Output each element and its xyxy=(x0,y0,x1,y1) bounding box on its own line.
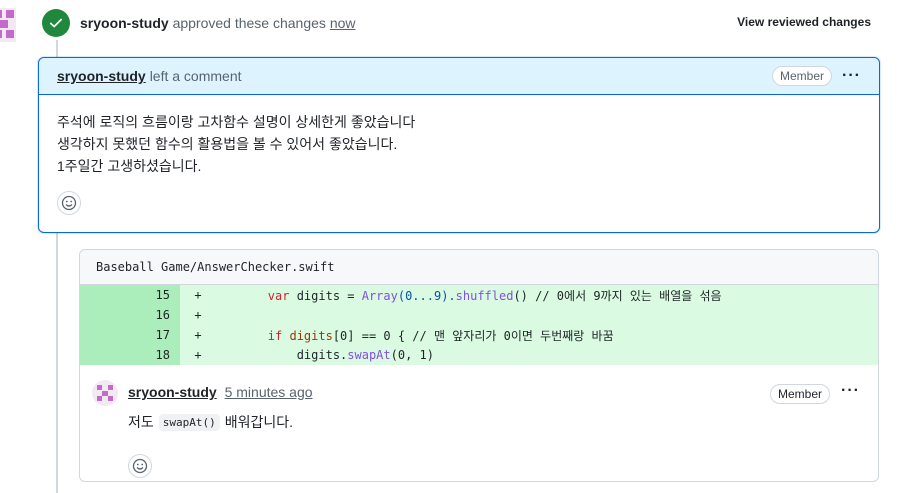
diff-code: if digits[0] == 0 { // 맨 앞자리가 0이면 두번째랑 바… xyxy=(267,328,614,343)
comment-action: left a comment xyxy=(149,68,242,84)
add-reaction-button[interactable] xyxy=(57,191,81,215)
smiley-icon xyxy=(61,195,77,211)
reply-header: sryoon-study 5 minutes ago xyxy=(128,384,313,400)
reply-time-link[interactable]: 5 minutes ago xyxy=(225,384,313,400)
member-badge: Member xyxy=(769,384,830,404)
reviewer-avatar[interactable] xyxy=(0,2,24,42)
line-number[interactable]: 16 xyxy=(80,305,180,325)
comment-author-link[interactable]: sryoon-study xyxy=(57,68,146,84)
diff-code: var digits = Array(0...9).shuffled() // … xyxy=(267,288,722,303)
line-number[interactable]: 17 xyxy=(80,325,180,345)
comment-line: 주석에 로직의 흐름이랑 고차함수 설명이 상세한게 좋았습니다 xyxy=(57,114,416,130)
add-reaction-button[interactable] xyxy=(128,454,152,478)
reply-body: 저도 swapAt() 배워갑니다. xyxy=(128,412,293,432)
reply-text: 저도 xyxy=(128,414,154,430)
diff-sign: + xyxy=(194,328,202,342)
comment-line: 생각하지 못했던 함수의 활용법을 볼 수 있어서 좋았습니다. xyxy=(57,136,398,152)
diff-line: 17 + if digits[0] == 0 { // 맨 앞자리가 0이면 두… xyxy=(80,325,878,345)
diff-line: 16 + xyxy=(80,305,878,325)
more-options-icon[interactable]: ··· xyxy=(842,67,861,85)
review-action: approved these changes xyxy=(172,15,326,31)
comment-body: 주석에 로직의 흐름이랑 고차함수 설명이 상세한게 좋았습니다 생각하지 못했… xyxy=(39,95,879,215)
review-event: sryoon-study approved these changes now … xyxy=(42,8,899,38)
line-number[interactable]: 15 xyxy=(80,285,180,305)
smiley-icon xyxy=(132,458,148,474)
diff-sign: + xyxy=(194,348,202,362)
inline-code: swapAt() xyxy=(158,413,220,431)
review-time-link[interactable]: now xyxy=(330,15,356,31)
diff-sign: + xyxy=(194,308,202,322)
diff-sign: + xyxy=(194,288,202,302)
diff-line: 18 + digits.swapAt(0, 1) xyxy=(80,345,878,365)
comment-header: sryoon-study left a comment Member ··· xyxy=(39,58,879,95)
check-icon xyxy=(42,9,70,37)
reply-text: 배워갑니다. xyxy=(224,414,294,430)
review-summary: sryoon-study approved these changes now xyxy=(80,15,356,31)
reply-author-link[interactable]: sryoon-study xyxy=(128,384,217,400)
diff-code: digits.swapAt(0, 1) xyxy=(296,348,434,362)
reply-avatar[interactable] xyxy=(92,380,118,406)
review-author-link[interactable]: sryoon-study xyxy=(80,15,169,31)
more-options-icon[interactable]: ··· xyxy=(841,382,860,400)
member-badge: Member xyxy=(772,66,833,86)
review-comment: sryoon-study left a comment Member ··· 주… xyxy=(38,57,880,233)
diff-file-path[interactable]: Baseball Game/AnswerChecker.swift xyxy=(80,250,878,285)
line-number[interactable]: 18 xyxy=(80,345,180,365)
diff-line: 15 + var digits = Array(0...9).shuffled(… xyxy=(80,285,878,305)
comment-line: 1주일간 고생하셨습니다. xyxy=(57,158,202,174)
review-thread: Baseball Game/AnswerChecker.swift 15 + v… xyxy=(79,249,879,482)
view-reviewed-changes-button[interactable]: View reviewed changes xyxy=(737,15,871,29)
